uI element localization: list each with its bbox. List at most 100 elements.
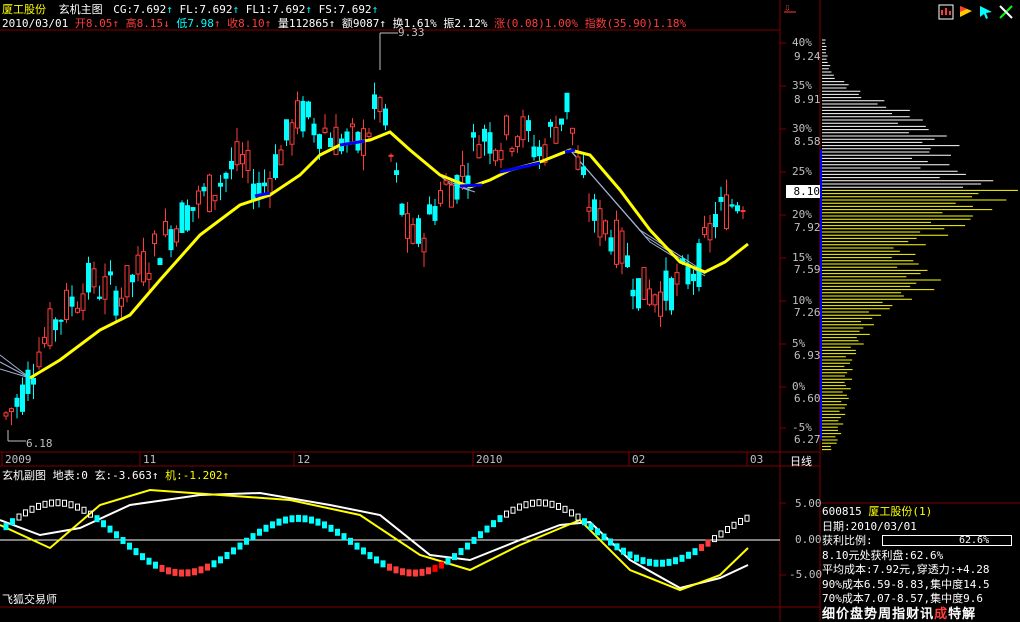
sub-bar — [562, 505, 568, 513]
sub-bar — [367, 552, 373, 560]
candle-body — [432, 206, 438, 221]
panel-line2: 平均成本:7.92元,穿透力:+4.28 — [822, 563, 990, 576]
candle-body — [278, 149, 284, 166]
sub-bar — [393, 566, 399, 574]
banner-item[interactable]: 指 — [892, 607, 906, 622]
sub-bar — [543, 499, 548, 507]
candle-body — [735, 205, 740, 212]
period-label[interactable]: 日线 — [790, 453, 812, 469]
sub-bar — [172, 568, 178, 576]
candle-body — [201, 186, 207, 192]
sub-bar — [484, 525, 490, 533]
sub-axis-m5: -5.00 — [789, 568, 823, 581]
candle-body — [685, 266, 691, 285]
sub-bar — [640, 557, 646, 565]
candle-body — [388, 154, 394, 157]
sub-bar — [445, 557, 451, 565]
sub-bar — [94, 515, 100, 523]
sub-bar — [491, 520, 496, 528]
sub-bar — [257, 528, 262, 536]
sub-bar — [348, 537, 353, 545]
sub-bar — [62, 499, 67, 507]
sub-header: 玄机副图 地表:0 玄:-3.663↑ 机:-1.202↑ — [2, 467, 229, 483]
sub-bar — [270, 521, 275, 529]
sub-bar — [198, 566, 204, 574]
sub-bar — [432, 564, 438, 572]
pct-axis-label: 30% — [792, 122, 812, 135]
candle-body — [636, 278, 641, 309]
sub-bar — [231, 547, 236, 555]
sub-bar — [458, 548, 464, 556]
candle-body — [333, 126, 339, 156]
candle-body — [707, 223, 713, 241]
candle-body — [317, 134, 322, 149]
price-axis-label: 9.24 — [794, 50, 821, 63]
candle-body — [86, 262, 91, 293]
candle-body — [14, 397, 20, 407]
arrow-up-icon: ↑ — [222, 469, 230, 482]
candle-body — [526, 120, 531, 132]
sub-axis-0: 0.00 — [795, 533, 822, 546]
banner-item[interactable]: 细 — [822, 607, 836, 622]
banner-item[interactable]: 特 — [948, 607, 962, 622]
sub-bar — [614, 543, 620, 551]
candle-body — [3, 412, 9, 417]
candle-body — [559, 118, 564, 125]
candle-body — [69, 296, 75, 307]
sub-bar — [686, 551, 691, 559]
candle-body — [350, 123, 355, 128]
candle-body — [740, 210, 746, 213]
banner-item[interactable]: 盘 — [850, 607, 864, 622]
candle-body — [113, 290, 119, 316]
candle-body — [124, 265, 130, 298]
pct-axis-label: 35% — [792, 79, 812, 92]
sub-title[interactable]: 玄机副图 — [2, 469, 46, 482]
candle-body — [465, 175, 471, 184]
banner-item[interactable]: 解 — [962, 607, 976, 622]
banner-item[interactable]: 成 — [934, 607, 948, 622]
banner-item[interactable]: 周 — [878, 607, 892, 622]
sub-bar — [653, 559, 659, 567]
candle-body — [146, 272, 152, 280]
candle-body — [641, 267, 647, 300]
price-axis-label: 7.26 — [794, 306, 821, 319]
banner-item[interactable]: 价 — [836, 607, 850, 622]
candle-body — [597, 208, 603, 238]
candle-body — [614, 219, 619, 265]
candle-body — [366, 132, 372, 137]
sub-bar — [127, 542, 132, 550]
candle-body — [141, 251, 146, 283]
price-axis-label: 6.60 — [794, 392, 821, 405]
sub-bar — [101, 520, 106, 528]
sub-bar — [549, 500, 555, 508]
pct-axis-label: 20% — [792, 208, 812, 221]
panel-name: 厦工股份(1) — [868, 505, 933, 518]
candle-body — [619, 230, 625, 264]
candle-body — [174, 228, 179, 243]
candle-body — [438, 190, 443, 204]
sub-bar — [673, 557, 678, 565]
sub-bar — [16, 513, 22, 521]
bottom-banner[interactable]: 细价盘势周指财讯成特解 — [822, 603, 976, 622]
banner-item[interactable]: 势 — [864, 607, 878, 622]
sub-bar — [536, 499, 542, 507]
candle-body — [25, 369, 31, 394]
candle-body — [152, 233, 157, 244]
sub-ji: 机:-1.202 — [165, 469, 223, 482]
sub-bar — [679, 554, 685, 562]
candle-body — [212, 194, 218, 202]
banner-item[interactable]: 讯 — [920, 607, 934, 622]
candle-body — [179, 202, 185, 233]
banner-item[interactable]: 财 — [906, 607, 920, 622]
sub-bar — [250, 533, 256, 541]
price-axis-label: 8.58 — [794, 135, 821, 148]
candle-body — [652, 294, 658, 306]
sub-bar — [335, 528, 340, 536]
date-axis-label: 02 — [632, 453, 646, 466]
candle-body — [410, 224, 416, 244]
price-axis-label: 8.91 — [794, 93, 821, 106]
sub-bar — [75, 503, 80, 511]
candle-body — [229, 160, 234, 170]
candle-body — [80, 293, 86, 311]
sub-bar — [36, 502, 41, 510]
